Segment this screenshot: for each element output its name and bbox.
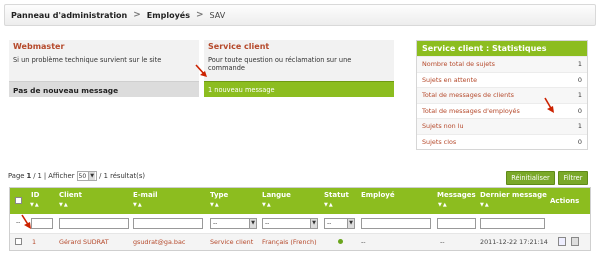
delete-icon[interactable]: [571, 237, 579, 246]
stats-value: 1: [577, 122, 582, 131]
filter-client-input[interactable]: [59, 218, 129, 229]
filter-langue-value: --: [265, 220, 270, 227]
stats-row-total-subjects: Nombre total de sujets 1: [417, 56, 587, 72]
sort-arrows-icon[interactable]: ▼▲: [480, 202, 490, 208]
filter-button[interactable]: Filtrer: [558, 171, 588, 185]
col-client: Client: [59, 191, 83, 199]
sort-arrows-icon[interactable]: ▼▲: [210, 202, 220, 208]
chevron-down-icon: ▼: [310, 219, 317, 228]
row-client[interactable]: Gérard SUDRAT: [59, 238, 109, 246]
col-statut: Statut: [324, 191, 349, 199]
chevron-down-icon: ▼: [88, 172, 96, 180]
breadcrumb: Panneau d'administration > Employés > SA…: [4, 4, 596, 26]
sort-arrows-icon[interactable]: ▼▲: [30, 202, 40, 208]
filter-type-value: --: [213, 220, 218, 227]
filter-date-input[interactable]: [480, 218, 545, 229]
col-employe: Employé: [361, 191, 395, 199]
stats-panel: Service client : Statistiques Nombre tot…: [416, 40, 588, 150]
stats-value: 1: [577, 91, 582, 100]
service-client-panel: Service client Pour toute question ou ré…: [204, 40, 394, 97]
stats-label[interactable]: Total de messages de clients: [422, 91, 514, 99]
row-id: 1: [32, 238, 37, 246]
service-client-title[interactable]: Service client: [204, 40, 394, 53]
webmaster-panel: Webmaster Si un problème technique survi…: [9, 40, 199, 97]
sort-arrows-icon[interactable]: ▼▲: [262, 202, 272, 208]
service-client-new-message[interactable]: 1 nouveau message: [204, 81, 394, 97]
page-total: 1: [37, 172, 42, 180]
stats-row-closed: Sujets clos 0: [417, 133, 587, 149]
stats-row-employee-messages: Total de messages d'employés 0: [417, 102, 587, 118]
row-type: Service client: [210, 238, 254, 246]
row-langue: Français (French): [262, 238, 317, 246]
page-current: 1: [26, 172, 32, 180]
view-icon[interactable]: [558, 237, 566, 246]
sort-arrows-icon[interactable]: ▼▲: [59, 202, 69, 208]
col-dernier-message: Dernier message: [480, 191, 547, 199]
breadcrumb-employees[interactable]: Employés: [147, 11, 190, 20]
per-page-select[interactable]: 50 ▼: [76, 171, 98, 181]
status-dot-icon: [338, 239, 343, 244]
sort-arrows-icon[interactable]: ▼▲: [133, 202, 143, 208]
row-messages: --: [440, 238, 445, 246]
col-messages: Messages: [437, 191, 476, 199]
sort-arrows-icon[interactable]: ▼▲: [324, 202, 334, 208]
filter-row: -- -- ▼ -- ▼ -- ▼: [10, 214, 590, 234]
filter-langue-select[interactable]: -- ▼: [262, 218, 318, 229]
stats-label[interactable]: Sujets en attente: [422, 76, 477, 84]
stats-label[interactable]: Total de messages d'employés: [422, 107, 520, 115]
reset-button[interactable]: Réinitialiser: [506, 171, 555, 185]
stats-value: 0: [577, 106, 582, 115]
webmaster-status: Pas de nouveau message: [9, 81, 199, 97]
stats-row-client-messages: Total de messages de clients 1: [417, 87, 587, 103]
messages-table: ID ▼▲ Client ▼▲ E-mail ▼▲ Type ▼▲ Langue…: [9, 187, 591, 251]
breadcrumb-sav: SAV: [209, 10, 226, 20]
stats-row-pending: Sujets en attente 0: [417, 71, 587, 87]
filter-statut-select[interactable]: -- ▼: [324, 218, 355, 229]
table-row[interactable]: 1 Gérard SUDRAT gsudrat@ga.bac Service c…: [10, 234, 590, 250]
col-id: ID: [31, 191, 40, 199]
sort-arrows-icon[interactable]: ▼▲: [438, 202, 448, 208]
col-actions: Actions: [550, 197, 580, 205]
col-email: E-mail: [133, 191, 158, 199]
filter-messages-input[interactable]: [437, 218, 476, 229]
stats-label[interactable]: Sujets clos: [422, 138, 456, 146]
stats-value: 0: [577, 137, 582, 146]
webmaster-title[interactable]: Webmaster: [9, 40, 199, 53]
pagination-bar: Page 1 / 1 | Afficher 50 ▼ / 1 résultat(s…: [8, 171, 145, 181]
row-employe: --: [361, 238, 366, 246]
chevron-down-icon: ▼: [249, 219, 256, 228]
chevron-down-icon: ▼: [347, 219, 354, 228]
filter-email-input[interactable]: [133, 218, 203, 229]
annotation-arrow-icon: [195, 64, 207, 77]
stats-row-unread: Sujets non lu 1: [417, 118, 587, 134]
service-client-description: Pour toute question ou réclamation sur u…: [204, 53, 394, 81]
stats-title: Service client : Statistiques: [417, 41, 587, 56]
stats-value: 1: [577, 60, 582, 69]
select-all-checkbox[interactable]: [15, 197, 22, 204]
per-page-value: 50: [78, 172, 87, 180]
webmaster-description: Si un problème technique survient sur le…: [9, 53, 199, 81]
stats-value: 0: [577, 75, 582, 84]
results-count: / 1 résultat(s): [99, 172, 146, 180]
annotation-arrow-icon: [21, 214, 31, 229]
filter-statut-value: --: [327, 220, 332, 227]
table-header: ID ▼▲ Client ▼▲ E-mail ▼▲ Type ▼▲ Langue…: [10, 188, 590, 214]
show-label: | Afficher: [43, 172, 75, 180]
row-email[interactable]: gsudrat@ga.bac: [133, 238, 185, 246]
col-type: Type: [210, 191, 229, 199]
breadcrumb-admin-panel[interactable]: Panneau d'administration: [11, 11, 127, 20]
annotation-arrow-icon: [544, 97, 554, 113]
stats-label[interactable]: Sujets non lu: [422, 122, 464, 130]
page-label: Page: [8, 172, 25, 180]
col-langue: Langue: [262, 191, 291, 199]
filter-employe-input[interactable]: [361, 218, 431, 229]
stats-label[interactable]: Nombre total de sujets: [422, 60, 495, 68]
row-checkbox[interactable]: [15, 238, 22, 245]
filter-type-select[interactable]: -- ▼: [210, 218, 257, 229]
page-sep: /: [33, 172, 36, 180]
breadcrumb-separator: >: [133, 10, 141, 20]
row-dernier-message: 2011-12-22 17:21:14: [480, 238, 548, 246]
breadcrumb-separator: >: [195, 10, 204, 20]
